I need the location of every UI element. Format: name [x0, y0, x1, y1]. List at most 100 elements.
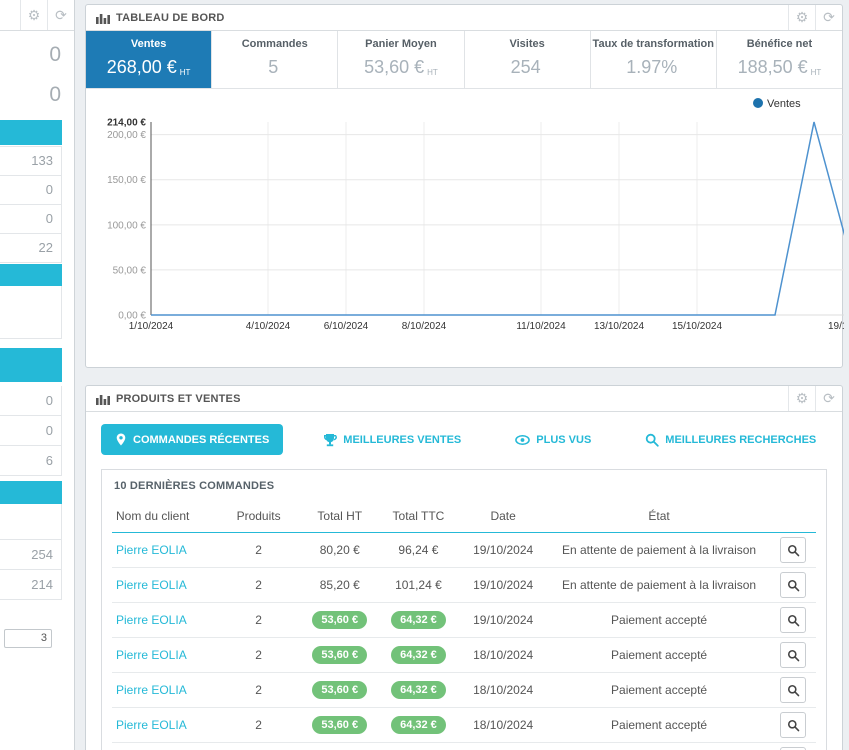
quantity-input[interactable]: 3 — [4, 629, 52, 648]
order-client-cell: Pierre EOLIA — [112, 637, 217, 673]
activity-panel-cropped: ⚙ ⟳ 0 0 133 0 0 22 0 0 6 254 214 3 — [0, 0, 75, 750]
total-ht-value: 53,60 € — [312, 611, 368, 629]
tab-label: MEILLEURES RECHERCHES — [665, 433, 817, 446]
panel-title-text: PRODUITS ET VENTES — [116, 392, 241, 405]
view-order-button[interactable] — [780, 607, 807, 633]
total-ht-value: 53,60 € — [312, 716, 368, 734]
client-link[interactable]: Pierre EOLIA — [116, 718, 187, 732]
order-actions-cell — [770, 532, 816, 568]
order-total-ttc-cell: 64,32 € — [378, 637, 459, 673]
svg-text:214,00 €: 214,00 € — [107, 118, 146, 129]
eye-icon — [515, 434, 531, 445]
svg-text:Ventes: Ventes — [767, 98, 801, 110]
client-link[interactable]: Pierre EOLIA — [116, 578, 187, 592]
order-products-cell: 2 — [216, 567, 301, 603]
dashboard-page: ⚙ ⟳ 0 0 133 0 0 22 0 0 6 254 214 3 TABLE… — [0, 0, 849, 750]
magnifier-icon — [787, 719, 799, 731]
kpi-ventes[interactable]: Ventes 268,00 € HT — [86, 31, 213, 88]
order-total-ttc-cell: 64,32 € — [378, 742, 459, 750]
products-panel-header: PRODUITS ET VENTES ⚙ ⟳ — [86, 386, 842, 412]
order-products-cell: 2 — [216, 742, 301, 750]
tab-plus-vus[interactable]: PLUS VUS — [501, 426, 605, 454]
svg-text:0,00 €: 0,00 € — [118, 311, 146, 322]
order-total-ht-cell: 53,60 € — [300, 707, 379, 743]
order-total-ht-cell: 53,60 € — [300, 672, 379, 708]
order-date-cell: 19/10/2024 — [458, 602, 549, 638]
kpi-panier-moyen[interactable]: Panier Moyen 53,60 € HT — [338, 31, 465, 88]
client-link[interactable]: Pierre EOLIA — [116, 683, 187, 697]
kpi-taux-transformation[interactable]: Taux de transformation 1.97% — [591, 31, 717, 88]
gear-icon[interactable]: ⚙ — [788, 386, 815, 411]
list-item-value: 254 — [0, 540, 62, 570]
kpi-row: Ventes 268,00 € HT Commandes 5 Panier Moy… — [86, 31, 842, 89]
order-client-cell: Pierre EOLIA — [112, 672, 217, 708]
client-link[interactable]: Pierre EOLIA — [116, 648, 187, 662]
refresh-icon[interactable]: ⟳ — [47, 0, 74, 30]
kpi-label: Taux de transformation — [592, 38, 714, 50]
kpi-value: 1.97% — [626, 57, 678, 77]
view-order-button[interactable] — [780, 537, 807, 563]
tab-label: MEILLEURES VENTES — [343, 433, 462, 446]
view-order-button[interactable] — [780, 572, 807, 598]
order-date-cell: 19/10/2024 — [458, 532, 549, 568]
client-link[interactable]: Pierre EOLIA — [116, 543, 187, 557]
kpi-commandes[interactable]: Commandes 5 — [212, 31, 339, 88]
kpi-value: 188,50 € HT — [737, 57, 822, 77]
client-link[interactable]: Pierre EOLIA — [116, 613, 187, 627]
total-ttc-value: 64,32 € — [391, 716, 446, 734]
view-order-button[interactable] — [780, 642, 807, 668]
total-ht-value: 85,20 € — [319, 578, 360, 592]
order-status-cell: En attente de paiement à la livraison — [548, 567, 771, 603]
svg-text:50,00 €: 50,00 € — [113, 265, 147, 276]
order-total-ht-cell: 53,60 € — [300, 742, 379, 750]
refresh-icon[interactable]: ⟳ — [815, 5, 842, 30]
tab-meilleures-ventes[interactable]: MEILLEURES VENTES — [309, 425, 475, 455]
recent-orders-box: 10 DERNIÈRES COMMANDES Nom du client Pro… — [101, 469, 827, 750]
order-client-cell: Pierre EOLIA — [112, 742, 217, 750]
gear-icon[interactable]: ⚙ — [788, 5, 815, 30]
orders-tbody: Pierre EOLIA 2 80,20 € 96,24 € 19/10/202… — [112, 532, 816, 750]
trophy-icon — [324, 433, 338, 446]
kpi-label: Panier Moyen — [365, 38, 437, 50]
list-item-value: 22 — [0, 234, 62, 263]
pin-icon — [116, 433, 126, 446]
order-actions-cell — [770, 637, 816, 673]
order-date-cell: 18/10/2024 — [458, 707, 549, 743]
chart-legend[interactable]: Ventes — [753, 98, 801, 110]
list-item-value: 6 — [0, 446, 62, 476]
table-row: Pierre EOLIA 2 53,60 € 64,32 € 18/10/202… — [112, 637, 816, 673]
refresh-icon[interactable]: ⟳ — [815, 386, 842, 411]
order-actions-cell — [770, 707, 816, 743]
order-status-cell: Paiement accepté — [548, 637, 771, 673]
order-products-cell: 2 — [216, 672, 301, 708]
list-item-value: 0 — [0, 416, 62, 446]
order-total-ttc-cell: 64,32 € — [378, 672, 459, 708]
activity-panel-header: ⚙ ⟳ — [0, 0, 74, 31]
total-ttc-value: 101,24 € — [395, 578, 442, 592]
total-ttc-value: 64,32 € — [391, 646, 446, 664]
magnifier-icon — [787, 684, 799, 696]
svg-text:1/10/2024: 1/10/2024 — [129, 321, 174, 332]
order-date-cell: 19/10/2024 — [458, 567, 549, 603]
column-header-produits: Produits — [216, 500, 301, 533]
products-tabs: COMMANDES RÉCENTES MEILLEURES VENTES PLU… — [86, 412, 842, 469]
kpi-label: Bénéfice net — [746, 38, 813, 50]
gear-icon[interactable]: ⚙ — [20, 0, 47, 30]
tab-meilleures-recherches[interactable]: MEILLEURES RECHERCHES — [631, 425, 830, 455]
kpi-visites[interactable]: Visites 254 — [465, 31, 591, 88]
order-date-cell: 18/10/2024 — [458, 637, 549, 673]
kpi-label: Ventes — [130, 38, 167, 50]
activity-stat-value: 0 — [49, 83, 61, 106]
orders-table-header-row: Nom du client Produits Total HT Total TT… — [112, 500, 816, 533]
kpi-benefice-net[interactable]: Bénéfice net 188,50 € HT — [717, 31, 842, 88]
tab-commandes-recentes[interactable]: COMMANDES RÉCENTES — [101, 424, 284, 455]
order-status-cell: Paiement accepté — [548, 742, 771, 750]
list-item-value: 0 — [0, 176, 62, 205]
svg-text:4/10/2024: 4/10/2024 — [246, 321, 291, 332]
column-header-total-ht: Total HT — [300, 500, 379, 533]
list-item-value: 0 — [0, 386, 62, 416]
view-order-button[interactable] — [780, 677, 807, 703]
view-order-button[interactable] — [780, 712, 807, 738]
empty-card — [0, 286, 62, 339]
list-item-value: 214 — [0, 570, 62, 600]
